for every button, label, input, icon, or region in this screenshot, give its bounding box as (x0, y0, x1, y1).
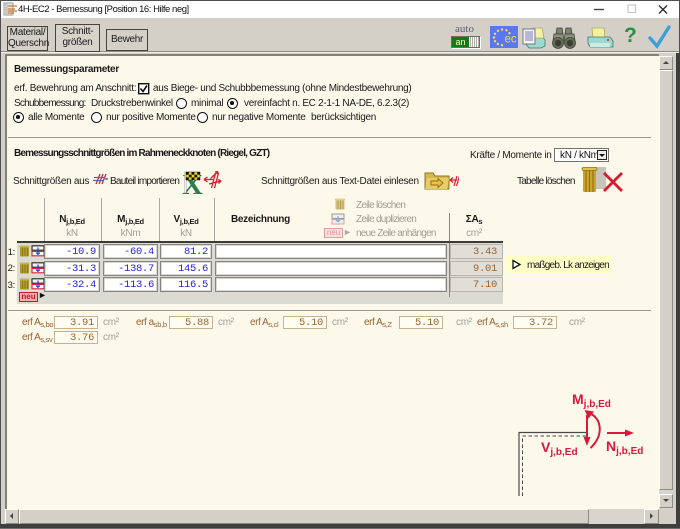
svg-text:Vj,b,Ed: Vj,b,Ed (541, 439, 578, 458)
svg-text:ec: ec (505, 34, 517, 46)
svg-text:Nj,b,Ed: Nj,b,Ed (606, 438, 643, 457)
svg-text:Mj,b,Ed: Mj,b,Ed (572, 391, 611, 410)
